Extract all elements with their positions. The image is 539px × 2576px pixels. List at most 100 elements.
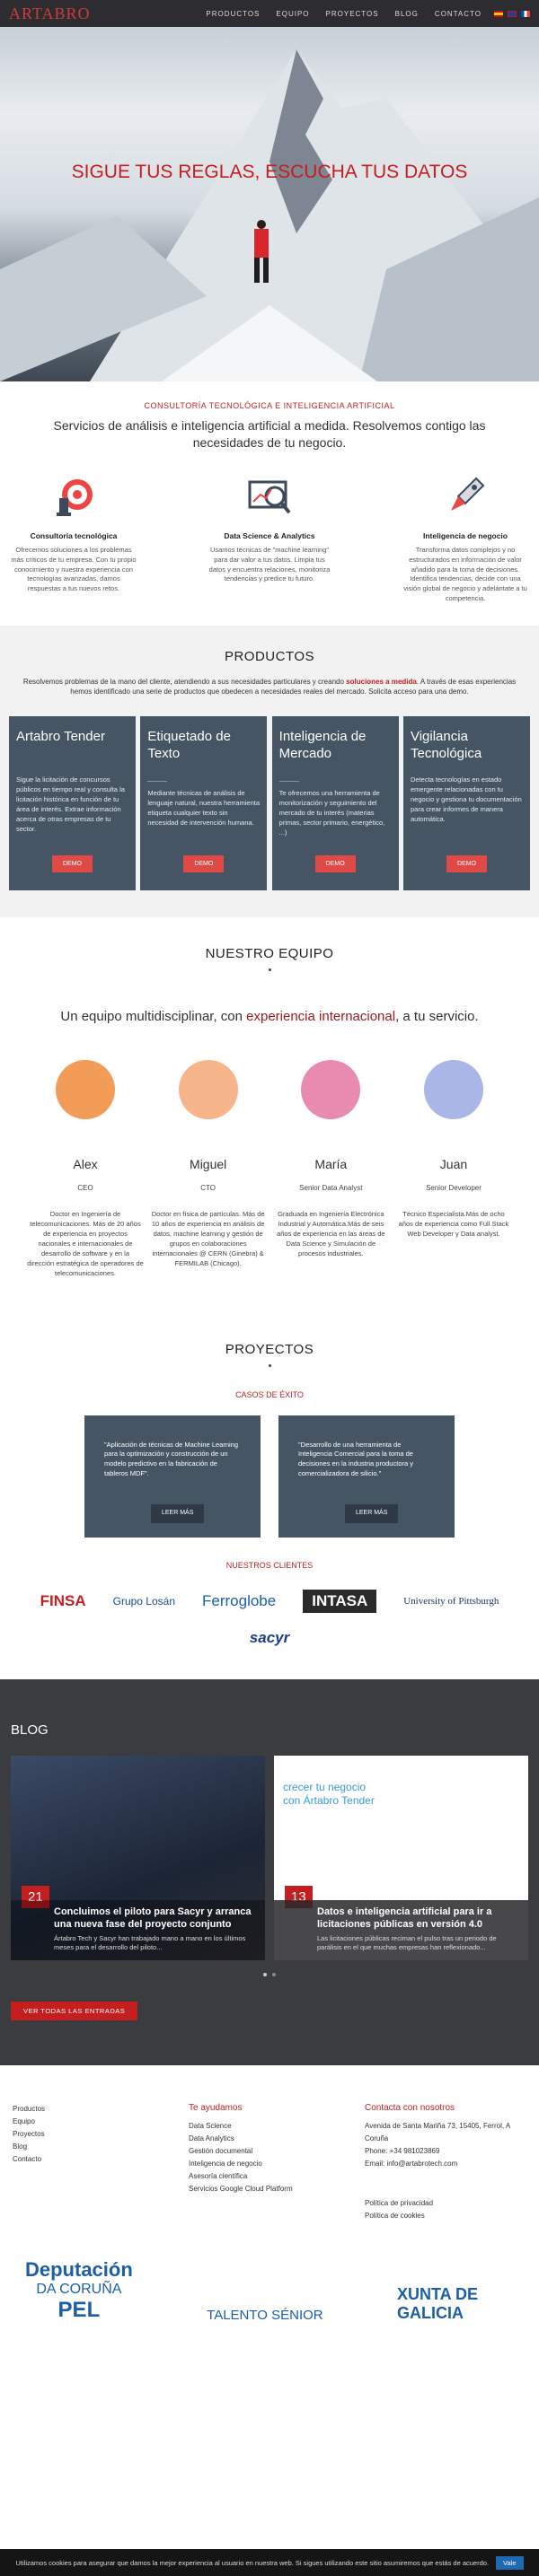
team-member: Miguel CTO Doctor en física de partículas.… <box>150 1060 267 1278</box>
nav-item-equipo[interactable]: EQUIPO <box>276 10 309 18</box>
service-text: Ofrecemos soluciones a los problemas más… <box>11 545 137 593</box>
nav-item-contacto[interactable]: CONTACTO <box>435 10 482 18</box>
demo-button[interactable]: DEMO <box>183 855 225 873</box>
client-logos: FINSA Grupo Losán Ferroglobe INTASA Univ… <box>18 1589 521 1647</box>
magnifier-chart-icon <box>248 480 291 514</box>
footer-link-proyectos[interactable]: Proyectos <box>13 2128 174 2141</box>
member-name: Juan <box>439 1157 468 1172</box>
product-text: Te ofrecemos una herramienta de monitori… <box>278 789 385 837</box>
member-name: María <box>314 1157 348 1172</box>
footer-service[interactable]: Data Science <box>189 2120 350 2133</box>
projects-title: PROYECTOS <box>225 1341 314 1357</box>
service-title: Data Science & Analytics <box>224 530 315 540</box>
footer-service[interactable]: Gestión documental <box>189 2145 350 2158</box>
team-title: NUESTRO EQUIPO <box>205 946 334 962</box>
footer-contact: Contacta con nosotros Avenida de Santa M… <box>365 2103 526 2222</box>
service-title: Consultoría tecnológica <box>30 530 118 540</box>
products-section: PRODUCTOS Resolvemos problemas de la man… <box>0 626 539 918</box>
nav-item-productos[interactable]: PRODUCTOS <box>206 10 260 18</box>
see-all-posts-button[interactable]: VER TODAS LAS ENTRADAS <box>11 2001 138 2020</box>
client-logo-losan: Grupo Losán <box>112 1594 175 1608</box>
blog-post[interactable]: 21 Concluimos el piloto para Sacyr y arr… <box>11 1755 265 1960</box>
xunta-logo: XUNTA DE GALICIA <box>397 2284 478 2322</box>
member-bio: Doctor en Ingeniería de telecomunicacion… <box>27 1210 144 1277</box>
blog-post[interactable]: crecer tu negocio con Ártabro Tender 13 … <box>274 1755 528 1960</box>
intro-section: CONSULTORÍA TECNOLÓGICA E INTELIGENCIA A… <box>0 381 539 451</box>
mountain-image <box>0 49 539 381</box>
team-members: Alex CEO Doctor en Ingeniería de telecomun… <box>18 1060 521 1278</box>
post-title[interactable]: Datos e inteligencia artificial para ir … <box>317 1906 519 1932</box>
footer-service[interactable]: Inteligencia de negocio <box>189 2158 350 2170</box>
case-card: "Aplicación de técnicas de Machine Learn… <box>84 1415 261 1538</box>
demo-button[interactable]: DEMO <box>314 855 356 873</box>
blog-section: BLOG 21 Concluimos el piloto para Sacyr … <box>0 1678 539 2065</box>
divider <box>278 781 299 783</box>
products-intro-a: Resolvemos problemas de la mano del clie… <box>22 678 344 687</box>
projects-section: PROYECTOS CASOS DE ÉXITO "Aplicación de … <box>0 1279 539 1647</box>
cookie-accept-button[interactable]: Vale <box>496 2555 524 2570</box>
read-more-button[interactable]: LEER MÁS <box>151 1504 205 1523</box>
cases-title: CASOS DE ÉXITO <box>235 1389 304 1399</box>
avatar <box>56 1060 115 1120</box>
cookies-link[interactable]: Política de cookies <box>365 2210 526 2222</box>
product-card: Vigilancia Tecnológica Detecta tecnología… <box>402 716 530 891</box>
footer-link-equipo[interactable]: Equipo <box>13 2116 174 2128</box>
uk-flag-icon[interactable] <box>508 10 517 17</box>
read-more-button[interactable]: LEER MÁS <box>345 1504 399 1523</box>
cookie-banner: Utilizamos cookies para asegurar que dam… <box>0 2549 539 2576</box>
divider <box>268 1363 271 1367</box>
post-title[interactable]: Concluimos el piloto para Sacyr y arranc… <box>54 1906 256 1932</box>
footer-contact-title: Contacta con nosotros <box>365 2102 455 2113</box>
case-text: "Aplicación de técnicas de Machine Learn… <box>104 1440 239 1478</box>
spain-flag-icon[interactable] <box>494 10 503 17</box>
privacy-link[interactable]: Política de privacidad <box>365 2197 526 2210</box>
deputacion-name: Deputación <box>25 2257 133 2281</box>
brand-logo[interactable]: ARTABRO <box>9 4 91 23</box>
nav-item-proyectos[interactable]: PROYECTOS <box>326 10 379 18</box>
member-role: Senior Developer <box>426 1184 482 1193</box>
member-role: CTO <box>200 1184 216 1193</box>
member-name: Miguel <box>190 1157 227 1172</box>
product-title: Inteligencia de Mercado <box>278 729 367 762</box>
footer-email[interactable]: Email: info@artabrotech.com <box>365 2158 526 2170</box>
blog-title: BLOG <box>11 1722 49 1738</box>
france-flag-icon[interactable] <box>521 10 530 17</box>
intro-text: Servicios de análisis e inteligencia art… <box>53 418 486 450</box>
footer-phone[interactable]: Phone: +34 981023869 <box>365 2145 526 2158</box>
client-logo-finsa: FINSA <box>40 1591 86 1609</box>
avatar <box>301 1060 361 1120</box>
carousel-dot[interactable] <box>263 1972 267 1976</box>
footer-link-contacto[interactable]: Contacto <box>13 2153 174 2166</box>
demo-button[interactable]: DEMO <box>446 855 487 873</box>
team-subtitle-highlight: experiencia internacional <box>246 1009 396 1025</box>
demo-button[interactable]: DEMO <box>52 855 93 873</box>
carousel-dots <box>11 1972 528 1976</box>
avatar <box>178 1060 238 1120</box>
service-text: Transforma datos complejos y no estructu… <box>403 545 527 603</box>
blog-posts: 21 Concluimos el piloto para Sacyr y arr… <box>11 1755 528 1960</box>
client-logo-intasa: INTASA <box>303 1589 377 1613</box>
deputacion-logo: Deputación DA CORUÑA PEL <box>25 2258 133 2323</box>
post-text: Concluimos el piloto para Sacyr y arranc… <box>11 1899 265 1960</box>
team-subtitle: Un equipo multidisciplinar, con experien… <box>18 1009 521 1024</box>
avatar <box>423 1060 483 1120</box>
nav-item-blog[interactable]: BLOG <box>395 10 419 18</box>
product-title: Artabro Tender <box>16 729 105 745</box>
client-logo-pittsburgh: University of Pittsburgh <box>403 1595 499 1607</box>
team-subtitle-a: Un equipo multidisciplinar, con <box>60 1009 247 1025</box>
footer-service[interactable]: Servicios Google Cloud Platform <box>189 2183 350 2195</box>
deputacion-sub: DA CORUÑA <box>36 2281 122 2297</box>
pel-logo: PEL <box>57 2297 101 2322</box>
case-card: "Desarrollo de una herramienta de Inteli… <box>278 1415 455 1538</box>
carousel-dot[interactable] <box>272 1972 276 1976</box>
footer-link-productos[interactable]: Productos <box>13 2103 174 2116</box>
footer-link-blog[interactable]: Blog <box>13 2141 174 2153</box>
product-title: Etiquetado de Texto <box>147 729 231 762</box>
divider <box>147 781 168 783</box>
footer-service[interactable]: Asesoría científica <box>189 2170 350 2183</box>
clients-title: NUESTROS CLIENTES <box>225 1560 314 1570</box>
client-logo-ferroglobe: Ferroglobe <box>202 1591 277 1609</box>
service-data-science: Data Science & Analytics Usamos técnicas… <box>207 471 332 604</box>
product-card: Artabro Tender Sigue la licitación de con… <box>9 716 136 891</box>
footer-service[interactable]: Data Analytics <box>189 2133 350 2145</box>
